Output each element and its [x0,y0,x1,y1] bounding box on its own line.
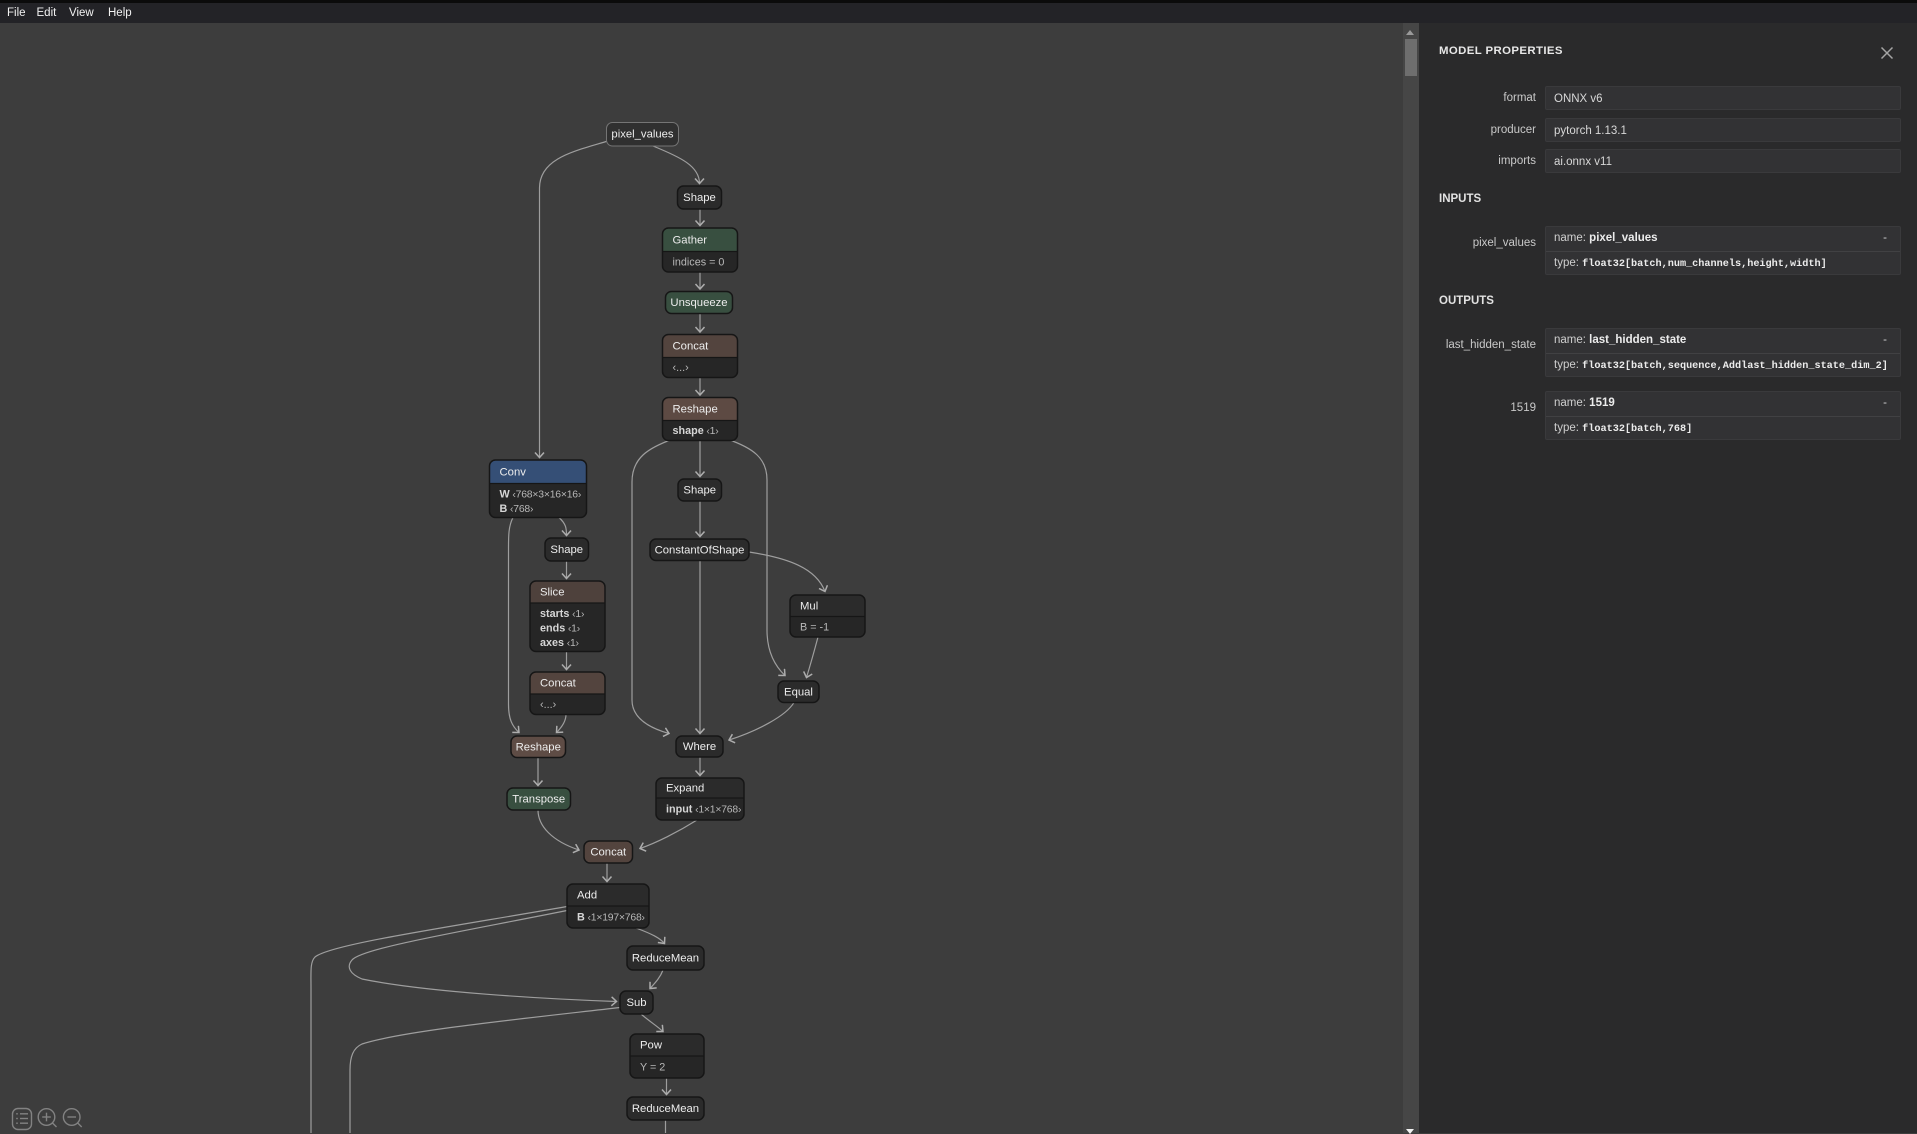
svg-text:Transpose: Transpose [512,794,565,806]
svg-text:Reshape: Reshape [516,741,561,753]
svg-text:‹...›: ‹...› [540,699,557,711]
svg-text:Equal: Equal [784,686,813,698]
svg-text:Shape: Shape [683,485,716,497]
svg-text:Mul: Mul [800,600,818,612]
svg-text:ConstantOfShape: ConstantOfShape [655,544,745,556]
svg-text:starts ‹1›: starts ‹1› [540,608,585,620]
svg-text:Concat: Concat [673,341,710,353]
svg-text:Reshape: Reshape [673,404,718,416]
svg-text:B ‹768›: B ‹768› [500,503,534,515]
svg-text:Gather: Gather [673,234,708,246]
svg-text:Shape: Shape [683,192,716,204]
svg-text:Pow: Pow [640,1040,663,1052]
svg-text:Shape: Shape [550,544,583,556]
svg-text:Unsqueeze: Unsqueeze [670,297,727,309]
svg-text:Add: Add [577,890,597,902]
svg-text:Slice: Slice [540,587,565,599]
svg-text:B = -1: B = -1 [800,621,829,633]
svg-text:Sub: Sub [626,997,646,1009]
svg-text:Y = 2: Y = 2 [640,1062,665,1074]
svg-text:shape ‹1›: shape ‹1› [673,425,720,437]
svg-text:indices = 0: indices = 0 [673,256,725,268]
svg-text:pixel_values: pixel_values [611,129,674,141]
svg-text:axes ‹1›: axes ‹1› [540,637,580,649]
svg-text:ends ‹1›: ends ‹1› [540,622,581,634]
svg-text:ReduceMean: ReduceMean [632,1103,699,1115]
svg-text:input ‹1×1×768›: input ‹1×1×768› [666,804,742,816]
svg-text:W ‹768×3×16×16›: W ‹768×3×16×16› [500,488,582,500]
svg-text:Where: Where [683,741,716,753]
svg-text:Concat: Concat [590,847,627,859]
svg-text:‹...›: ‹...› [673,362,690,374]
svg-text:Expand: Expand [666,783,704,795]
svg-text:Concat: Concat [540,678,577,690]
svg-text:Conv: Conv [500,466,527,478]
svg-text:B ‹1×197×768›: B ‹1×197×768› [577,912,646,924]
svg-text:ReduceMean: ReduceMean [632,953,699,965]
